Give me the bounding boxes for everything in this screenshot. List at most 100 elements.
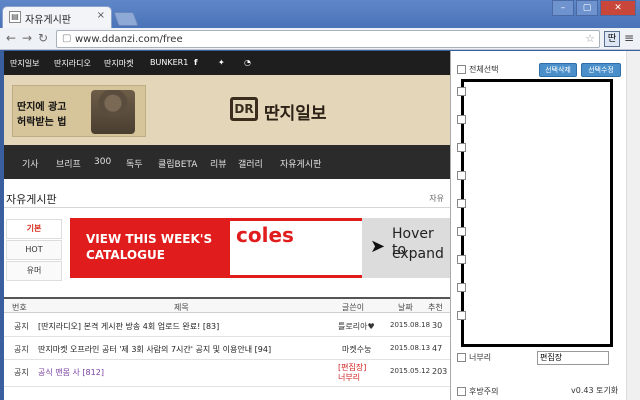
nav-gallery[interactable]: 갤러리 — [238, 157, 263, 170]
list-checkbox[interactable] — [457, 311, 466, 320]
main-navigation: 기사 브리프 300 독두 클립BETA 리뷰 갤러리 자유게시판 — [4, 145, 450, 179]
divider — [4, 207, 450, 208]
tab-title: 자유게시판 — [25, 15, 71, 26]
list-checkbox[interactable] — [457, 143, 466, 152]
banner-brand: coles — [236, 223, 294, 247]
forward-arrow-icon[interactable]: → — [22, 31, 32, 45]
nav-300[interactable]: 300 — [94, 157, 111, 167]
list-checkbox[interactable] — [457, 227, 466, 236]
browser-titlebar: ▤ 자유게시판 × – ▢ ✕ — [0, 0, 640, 28]
col-title: 제목 — [174, 303, 189, 312]
browser-tab[interactable]: ▤ 자유게시판 × — [2, 6, 112, 28]
col-votes: 추천 — [428, 303, 443, 312]
edit-selected-button[interactable]: 선택수정 — [581, 63, 621, 77]
list-checkbox[interactable] — [457, 255, 466, 264]
row-votes: 47 — [432, 344, 443, 353]
list-checkbox[interactable] — [457, 283, 466, 292]
table-row[interactable]: 공지 딴지마켓 오프라인 공터 '제 3회 사람의 7시간' 공지 및 이용안내… — [4, 338, 450, 360]
select-all-label: 전체선택 — [469, 65, 499, 74]
extension-icon[interactable]: 딴 — [604, 31, 620, 47]
col-date: 날짜 — [398, 303, 413, 312]
banner-catalogue-image: coles — [230, 221, 362, 275]
maximize-button[interactable]: ▢ — [576, 0, 598, 16]
top-navigation: 딴지일보 딴지라디오 딴지마켓 BUNKER1 f ✦ ◔ — [4, 51, 450, 75]
row-author[interactable]: 마켓수눙 — [342, 344, 371, 355]
extension-panel: 전체선택 선택삭제 선택수정 너부리 편집장 후방주의 v0.43 토기화 — [450, 51, 640, 400]
list-checkbox[interactable] — [457, 199, 466, 208]
logo-mark-icon[interactable]: DR — [230, 97, 258, 121]
version-text: v0.43 토기화 — [571, 386, 619, 395]
row-date: 2015.08.18 — [390, 321, 431, 329]
row-author[interactable]: [편집장] 너부리 — [338, 363, 366, 383]
bottom-checkbox[interactable] — [457, 387, 466, 396]
row-date: 2015.05.12 — [390, 367, 431, 375]
list-checkbox[interactable] — [457, 115, 466, 124]
header-ad[interactable]: 딴지에 광고 허락받는 법 — [12, 85, 146, 137]
col-author: 글쓴이 — [342, 303, 365, 312]
new-tab-button[interactable] — [113, 12, 139, 26]
close-window-button[interactable]: ✕ — [600, 0, 636, 16]
row-title[interactable]: [딴지라디오] 본격 게시판 방송 4회 업로드 완료! [83] — [38, 321, 219, 332]
topnav-market[interactable]: 딴지마켓 — [104, 58, 133, 69]
table-header: 번호 제목 글쓴이 날짜 추천 — [4, 297, 450, 313]
nickname-list-box[interactable] — [461, 79, 613, 347]
tab-humor[interactable]: 유머 — [6, 261, 62, 281]
row-number: 공지 — [14, 368, 29, 377]
topnav-bunker1[interactable]: BUNKER1 — [150, 58, 188, 67]
tab-basic[interactable]: 기본 — [6, 219, 62, 239]
browser-toolbar: ← → ↻ ▢ www.ddanzi.com/free ☆ 딴 ≡ — [0, 28, 640, 50]
row-votes: 30 — [432, 321, 443, 330]
reload-icon[interactable]: ↻ — [38, 31, 48, 45]
row-author[interactable]: 틀로리아♥ — [338, 321, 375, 332]
nick-checkbox[interactable] — [457, 353, 466, 362]
select-all-checkbox[interactable] — [457, 65, 466, 74]
url-text: www.ddanzi.com/free — [75, 34, 183, 45]
nav-clip[interactable]: 클립BETA — [158, 157, 197, 170]
ad-line2: 허락받는 법 — [17, 117, 67, 128]
nav-articles[interactable]: 기사 — [22, 157, 39, 170]
list-checkbox[interactable] — [457, 87, 466, 96]
tab-hot[interactable]: HOT — [6, 240, 62, 260]
banner-expand-area[interactable]: ➤ Hover to expand — [362, 218, 450, 278]
topnav-radio[interactable]: 딴지라디오 — [54, 58, 91, 69]
page-info-icon: ▢ — [62, 33, 72, 44]
back-arrow-icon[interactable]: ← — [6, 31, 16, 45]
ad-photo — [91, 90, 135, 134]
rss-icon[interactable]: ◔ — [244, 58, 251, 67]
cursor-arrow-icon: ➤ — [370, 236, 386, 257]
tab-close-icon[interactable]: × — [97, 10, 105, 21]
banner-line1: VIEW THIS WEEK'S — [86, 232, 213, 246]
bookmark-star-icon[interactable]: ☆ — [585, 32, 595, 45]
coles-banner-ad[interactable]: VIEW THIS WEEK'S CATALOGUE coles ➤ Hover… — [70, 218, 450, 278]
list-checkbox[interactable] — [457, 171, 466, 180]
site-header: 딴지에 광고 허락받는 법 DR 딴지일보 — [4, 75, 450, 145]
nav-freeboard[interactable]: 자유게시판 — [280, 157, 321, 170]
nav-brief[interactable]: 브리프 — [56, 157, 81, 170]
chrome-menu-icon[interactable]: ≡ — [624, 31, 634, 45]
row-title[interactable]: 딴지마켓 오프라인 공터 '제 3회 사람의 7시간' 공지 및 이용안내 [9… — [38, 344, 271, 355]
topnav-ddanzi[interactable]: 딴지일보 — [10, 58, 39, 69]
twitter-icon[interactable]: ✦ — [218, 58, 225, 67]
page-favicon-icon: ▤ — [9, 11, 21, 23]
nav-review[interactable]: 리뷰 — [210, 157, 227, 170]
table-row[interactable]: 공지 [딴지라디오] 본격 게시판 방송 4회 업로드 완료! [83] 틀로리… — [4, 315, 450, 337]
minimize-button[interactable]: – — [552, 0, 574, 16]
facebook-icon[interactable]: f — [194, 58, 197, 67]
panel-scrollbar[interactable] — [626, 51, 640, 400]
delete-selected-button[interactable]: 선택삭제 — [539, 63, 577, 77]
row-number: 공지 — [14, 345, 29, 354]
row-title[interactable]: 공식 맨몸 사 [812] — [38, 367, 104, 378]
nick-input[interactable]: 편집장 — [537, 351, 609, 365]
row-date: 2015.08.13 — [390, 344, 431, 352]
banner-hover-line2: expand — [392, 246, 444, 262]
address-bar[interactable]: ▢ www.ddanzi.com/free ☆ — [56, 30, 600, 48]
board-filter-tabs: 기본 HOT 유머 — [6, 219, 62, 282]
nav-dokdu[interactable]: 독두 — [126, 157, 143, 170]
window-controls: – ▢ ✕ — [552, 0, 636, 16]
site-logo-text[interactable]: 딴지일보 — [264, 99, 327, 124]
web-page: 딴지일보 딴지라디오 딴지마켓 BUNKER1 f ✦ ◔ 딴지에 광고 허락받… — [4, 51, 450, 400]
table-row[interactable]: 공지 공식 맨몸 사 [812] [편집장] 너부리 2015.05.12 20… — [4, 361, 450, 387]
board-breadcrumb[interactable]: 자유 — [429, 193, 444, 204]
bottom-label: 후방주의 — [469, 387, 499, 396]
nick-label: 너부리 — [469, 353, 492, 362]
